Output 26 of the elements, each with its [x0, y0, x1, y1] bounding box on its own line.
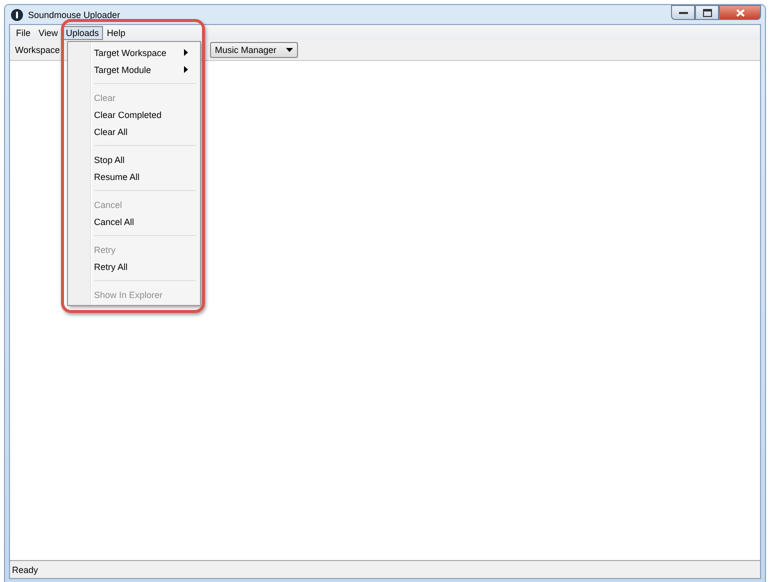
menu-bar-item[interactable]: Help — [102, 26, 130, 40]
menu-item[interactable]: Resume All — [70, 168, 198, 185]
menu-item[interactable]: Retry All — [70, 258, 198, 275]
workspace-label: Workspace — [15, 45, 60, 55]
status-text: Ready — [12, 564, 38, 574]
minimize-icon — [678, 10, 688, 14]
app-icon — [11, 8, 23, 20]
menu-bar-item[interactable]: View — [34, 26, 62, 40]
maximize-icon — [702, 8, 712, 16]
menu-item[interactable]: Cancel All — [70, 213, 198, 230]
menu-bar-item[interactable]: Uploads — [62, 26, 103, 40]
submenu-arrow-icon — [184, 66, 188, 73]
menu-item[interactable]: Target Workspace — [70, 44, 198, 61]
menu-item[interactable]: Stop All — [70, 151, 198, 168]
close-icon — [736, 8, 744, 16]
minimize-button[interactable] — [671, 5, 695, 20]
submenu-arrow-icon — [184, 49, 188, 56]
maximize-button[interactable] — [695, 5, 719, 20]
window-title: Soundmouse Uploader — [28, 10, 120, 20]
menu-item[interactable]: Clear All — [70, 123, 198, 140]
menu-item[interactable]: Clear Completed — [70, 106, 198, 123]
close-button[interactable] — [719, 5, 761, 20]
menu-bar-item[interactable]: File — [12, 26, 35, 40]
caret-icon — [286, 48, 293, 52]
module-dropdown[interactable]: Music Manager — [210, 42, 298, 58]
menu-item[interactable]: Target Module — [70, 61, 198, 78]
